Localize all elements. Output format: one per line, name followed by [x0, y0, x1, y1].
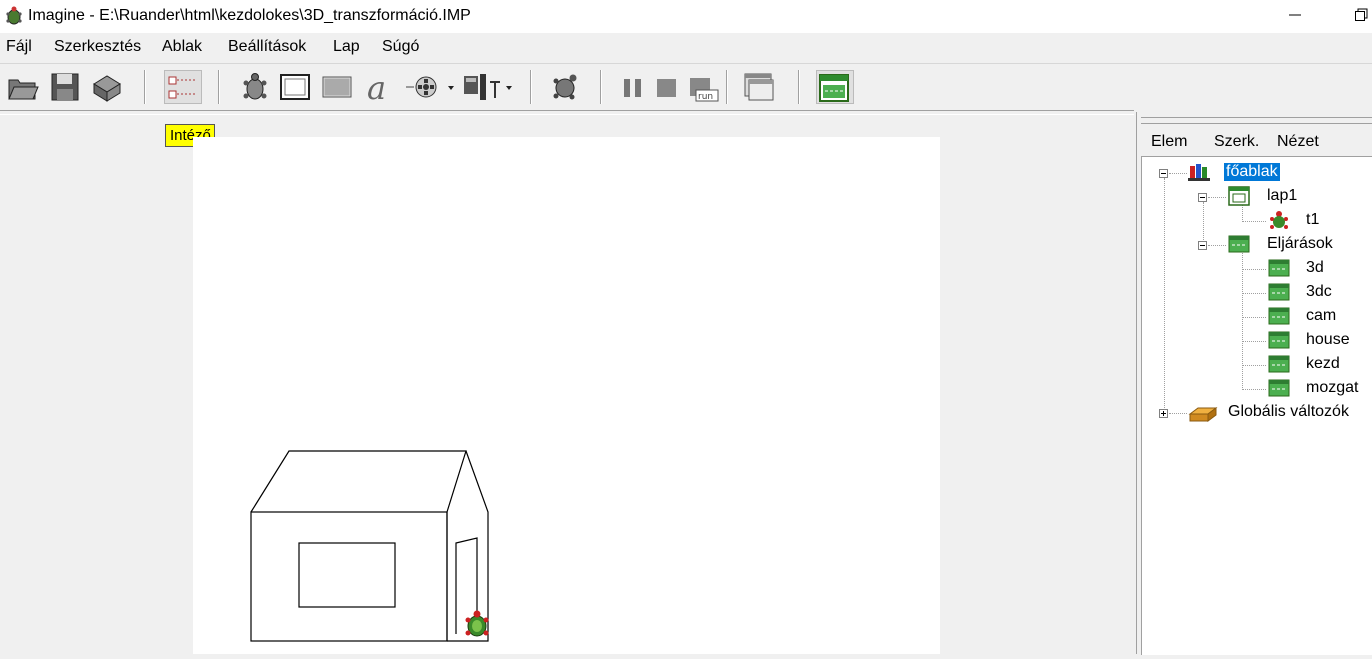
- toolbar-separator: [600, 70, 602, 104]
- menu-ablak[interactable]: Ablak: [162, 38, 202, 56]
- toolbar-separator: [144, 70, 146, 104]
- tools-dropdown-icon[interactable]: [460, 70, 516, 104]
- menu-nezet[interactable]: Nézet: [1277, 133, 1319, 151]
- procedure-icon: [1268, 283, 1290, 301]
- tree-node-turtle[interactable]: t1: [1306, 211, 1319, 229]
- text-box-icon[interactable]: a: [362, 69, 396, 107]
- turtle-icon: [465, 610, 489, 637]
- tree-node-procedure[interactable]: kezd: [1306, 355, 1340, 373]
- minimize-icon[interactable]: [1286, 6, 1304, 24]
- procedure-icon: [1268, 379, 1290, 397]
- collapse-toggle[interactable]: [1198, 241, 1207, 250]
- save-disk-icon[interactable]: [48, 70, 82, 104]
- collapse-toggle[interactable]: [1159, 169, 1168, 178]
- tree-node-globals[interactable]: Globális változók: [1228, 403, 1349, 421]
- toolbar-separator: [726, 70, 728, 104]
- tree-node-procedures[interactable]: Eljárások: [1267, 235, 1333, 253]
- package-icon[interactable]: [90, 70, 124, 104]
- tree-node-procedure[interactable]: house: [1306, 331, 1350, 349]
- explorer-menu-bar: Elem Szerk. Nézet: [1141, 128, 1372, 156]
- window-title: Imagine - E:\Ruander\html\kezdolokes\3D_…: [28, 7, 471, 24]
- tree-node-root[interactable]: főablak: [1224, 163, 1280, 181]
- explorer-tree-icon[interactable]: [164, 70, 202, 104]
- toolbar-separator: [218, 70, 220, 104]
- expand-toggle[interactable]: [1159, 409, 1168, 418]
- house-drawing: [250, 450, 489, 642]
- svg-text:run: run: [698, 92, 713, 102]
- menu-szerkesztes[interactable]: Szerkesztés: [54, 38, 141, 56]
- menu-bar: Fájl Szerkesztés Ablak Beállítások Lap S…: [0, 33, 1372, 64]
- svg-text:a: a: [367, 70, 386, 104]
- slider-dropdown-icon[interactable]: [404, 70, 456, 104]
- drawing-canvas[interactable]: [193, 137, 940, 654]
- title-bar: Imagine - E:\Ruander\html\kezdolokes\3D_…: [0, 0, 1372, 33]
- toolbar-separator: [798, 70, 800, 104]
- menu-sugo[interactable]: Súgó: [382, 38, 419, 56]
- toolbar-separator: [530, 70, 532, 104]
- menu-szerk[interactable]: Szerk.: [1214, 133, 1259, 151]
- run-turtle-icon[interactable]: [548, 70, 582, 104]
- tree-node-procedure[interactable]: 3d: [1306, 259, 1324, 277]
- new-turtle-icon[interactable]: [238, 70, 272, 104]
- main-window-icon[interactable]: [816, 70, 854, 104]
- object-tree: főablak lap1 t1 Eljárások 3d 3dc cam hou…: [1141, 156, 1372, 655]
- menu-beallitasok[interactable]: Beállítások: [228, 38, 306, 56]
- maximize-icon[interactable]: [1352, 6, 1370, 24]
- procedure-icon: [1268, 307, 1290, 325]
- toolbar: a run: [0, 64, 1372, 110]
- procedures-node-icon: [1228, 235, 1250, 253]
- pause-icon[interactable]: [616, 70, 650, 104]
- tree-node-procedure[interactable]: 3dc: [1306, 283, 1332, 301]
- procedure-icon: [1268, 259, 1290, 277]
- page-node-icon: [1228, 186, 1250, 206]
- collapse-toggle[interactable]: [1198, 193, 1207, 202]
- run-step-icon[interactable]: run: [686, 70, 720, 104]
- toolbar-divider: [0, 110, 1134, 115]
- tree-node-page[interactable]: lap1: [1267, 187, 1297, 205]
- tree-node-procedure[interactable]: mozgat: [1306, 379, 1358, 397]
- turtle-node-icon: [1270, 211, 1288, 229]
- page-windows-icon[interactable]: [742, 70, 776, 104]
- tree-node-procedure[interactable]: cam: [1306, 307, 1336, 325]
- open-folder-icon[interactable]: [6, 70, 40, 104]
- globals-node-icon: [1188, 407, 1218, 422]
- stop-icon[interactable]: [650, 70, 684, 104]
- menu-elem[interactable]: Elem: [1151, 133, 1187, 151]
- new-pane-icon[interactable]: [278, 70, 312, 104]
- new-button-icon[interactable]: [320, 70, 354, 104]
- procedure-icon: [1268, 331, 1290, 349]
- panel-grip[interactable]: [1141, 117, 1372, 124]
- procedure-icon: [1268, 355, 1290, 373]
- turtle-app-icon: [6, 6, 22, 25]
- menu-lap[interactable]: Lap: [333, 38, 360, 56]
- menu-fajl[interactable]: Fájl: [6, 38, 32, 56]
- main-window-node-icon: [1188, 164, 1210, 181]
